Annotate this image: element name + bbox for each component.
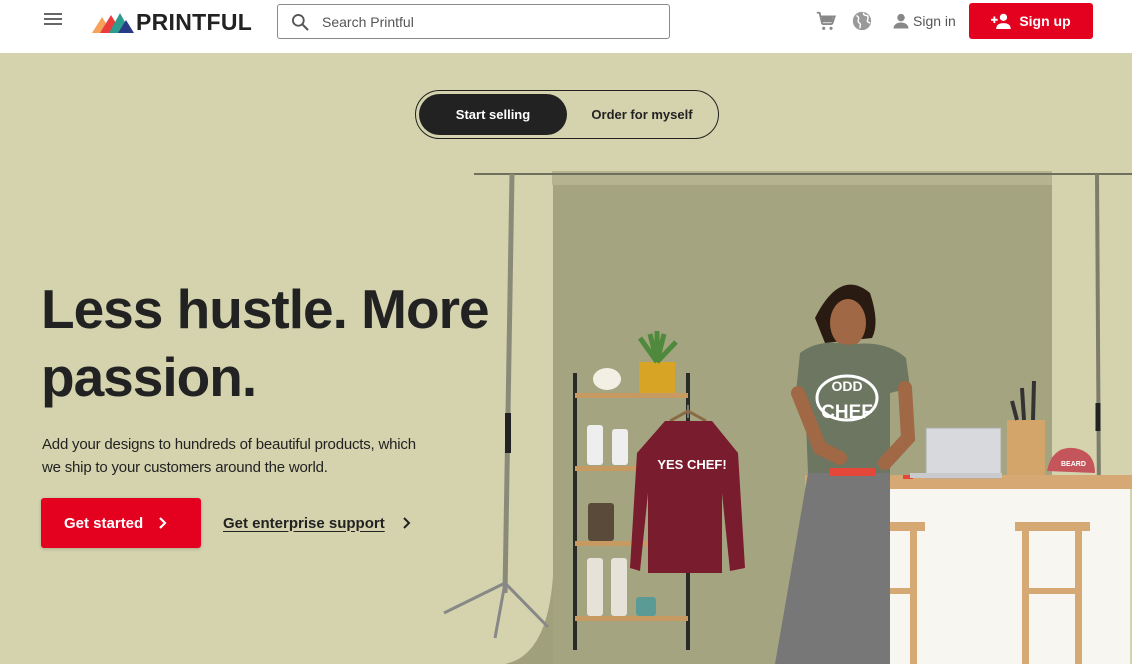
svg-text:YES CHEF!: YES CHEF! xyxy=(657,457,726,472)
hamburger-menu-icon[interactable] xyxy=(40,10,66,30)
search-input[interactable] xyxy=(322,13,642,30)
logo-mountains-icon xyxy=(92,13,134,33)
headline-line-2: passion. xyxy=(41,346,257,408)
globe-icon[interactable] xyxy=(851,10,873,32)
headline-line-1: Less hustle. More xyxy=(41,278,490,340)
get-started-button[interactable]: Get started xyxy=(41,498,201,548)
sign-in-link[interactable]: Sign in xyxy=(892,10,956,32)
sign-up-label: Sign up xyxy=(1019,13,1071,29)
cart-icon[interactable] xyxy=(815,10,837,32)
svg-text:ODD: ODD xyxy=(831,378,862,394)
sign-up-button[interactable]: Sign up xyxy=(969,3,1093,39)
audience-toggle: Start selling Order for myself xyxy=(415,90,719,139)
search-icon xyxy=(292,13,309,30)
user-icon xyxy=(893,13,909,29)
get-started-label: Get started xyxy=(64,514,144,532)
add-user-icon xyxy=(991,13,1012,29)
hero-section: YES CHEF! BEARD ODD CHEF Start selling O… xyxy=(0,53,1132,664)
svg-text:CHEF: CHEF xyxy=(821,402,873,423)
printful-logo[interactable]: PRINTFUL xyxy=(92,9,252,35)
sign-in-label: Sign in xyxy=(913,13,956,29)
search-bar[interactable] xyxy=(277,4,670,39)
enterprise-support-label: Get enterprise support xyxy=(223,514,385,532)
chevron-right-icon xyxy=(402,517,411,529)
enterprise-support-link[interactable]: Get enterprise support xyxy=(223,511,413,535)
top-header: PRINTFUL Sign in Sign up xyxy=(0,0,1132,53)
svg-text:BEARD: BEARD xyxy=(1061,461,1086,468)
order-for-myself-tab[interactable]: Order for myself xyxy=(567,94,717,135)
chevron-right-icon xyxy=(159,517,167,529)
hero-headline: Less hustle. More passion. xyxy=(41,275,511,411)
hero-subtext: Add your designs to hundreds of beautifu… xyxy=(42,436,416,476)
start-selling-tab[interactable]: Start selling xyxy=(419,94,567,135)
logo-text: PRINTFUL xyxy=(136,8,253,35)
